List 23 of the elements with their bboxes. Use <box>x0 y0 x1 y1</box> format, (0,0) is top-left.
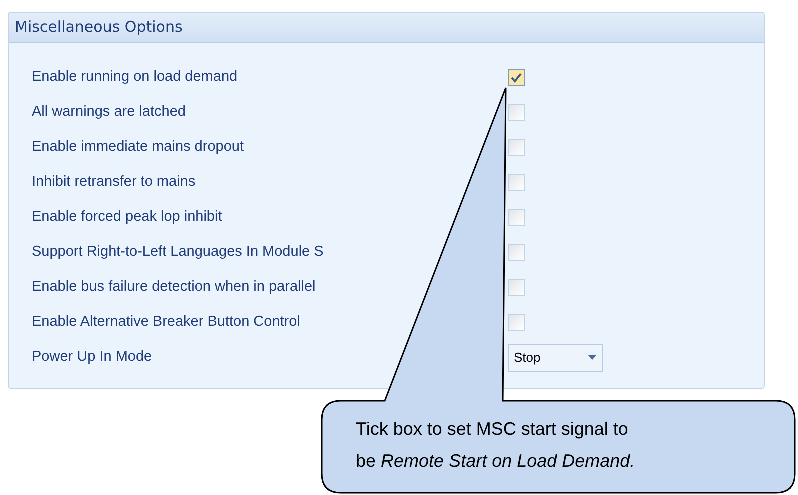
checkbox[interactable] <box>508 69 525 86</box>
option-label: Enable immediate mains dropout <box>31 138 245 157</box>
checkbox[interactable] <box>508 174 525 191</box>
callout-text: Tick box to set MSC start signal to <box>356 418 630 441</box>
option-label: Enable bus failure detection when in parallel <box>31 278 317 297</box>
panel-title: Miscellaneous Options <box>15 17 183 38</box>
checkbox[interactable] <box>508 314 525 331</box>
checkbox[interactable] <box>508 244 525 261</box>
checkbox[interactable] <box>508 139 525 156</box>
callout-text: be Remote Start on Load Demand. <box>356 450 636 473</box>
checkmark-icon <box>511 72 522 82</box>
option-label: Support Right-to-Left Languages In Module S <box>31 242 325 262</box>
dropdown-arrow-icon <box>588 355 597 360</box>
checkbox[interactable] <box>508 209 525 226</box>
checkbox[interactable] <box>508 104 525 121</box>
option-label: All warnings are latched <box>31 102 187 122</box>
mode-dropdown[interactable]: Stop <box>508 344 603 372</box>
option-label: Enable Alternative Breaker Button Control <box>31 312 302 332</box>
option-label: Power Up In Mode <box>31 348 154 367</box>
checkbox[interactable] <box>508 279 525 296</box>
option-label: Enable forced peak lop inhibit <box>31 208 224 227</box>
option-label: Enable running on load demand <box>31 68 239 87</box>
option-label: Inhibit retransfer to mains <box>31 172 197 192</box>
